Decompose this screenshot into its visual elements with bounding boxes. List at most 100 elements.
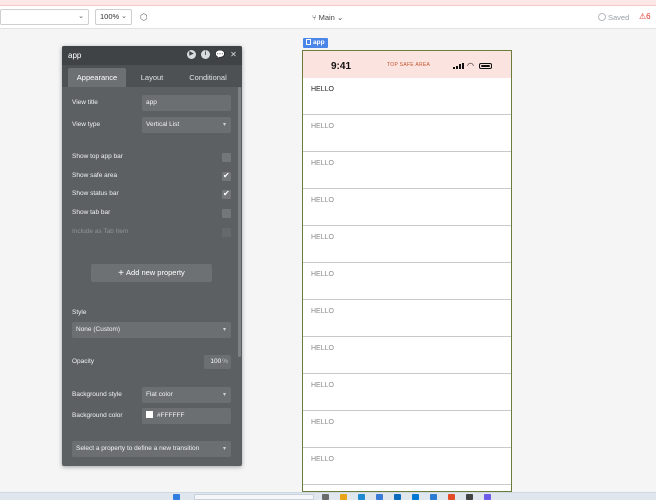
opacity-value: 100 <box>210 358 222 365</box>
store-icon[interactable] <box>376 494 383 500</box>
branch-selector[interactable]: ⑂ Main ⌄ <box>312 13 343 22</box>
list-item[interactable]: HELLO <box>303 337 511 374</box>
plus-icon: + <box>118 268 125 279</box>
chevron-down-icon: ⌄ <box>78 13 84 20</box>
show-safe-area-checkbox[interactable] <box>222 171 231 181</box>
tab-layout[interactable]: Layout <box>126 68 178 87</box>
show-top-app-bar-checkbox[interactable] <box>222 153 231 162</box>
toggle-label-status-bar: Show status bar <box>72 190 119 197</box>
bg-style-dropdown[interactable]: Flat color ▾ <box>142 387 231 403</box>
outlook-icon[interactable] <box>412 494 419 500</box>
tab-appearance[interactable]: Appearance <box>68 68 126 87</box>
app-preview[interactable]: 9:41 TOP SAFE AREA ◠ HELLO HELLO HELLO H… <box>302 50 512 492</box>
status-time: 9:41 <box>331 61 352 72</box>
branch-icon: ⑂ <box>312 13 317 22</box>
comment-icon[interactable]: 💬 <box>215 50 225 59</box>
toggle-label-top-app-bar: Show top app bar <box>72 153 123 160</box>
app-tag-label: app <box>313 39 325 46</box>
property-editor-title: app <box>68 51 82 60</box>
property-editor: app ▶ i 💬 ✕ Appearance Layout Conditiona… <box>62 46 242 466</box>
show-tab-bar-checkbox[interactable] <box>222 209 231 218</box>
page-icon <box>306 39 311 45</box>
list-item-text: HELLO <box>311 456 334 463</box>
chevron-down-icon: ⌄ <box>336 13 344 22</box>
list-item-text: HELLO <box>311 419 334 426</box>
show-status-bar-checkbox[interactable] <box>222 189 231 199</box>
chevron-down-icon: ▾ <box>222 327 226 333</box>
list-item-text: HELLO <box>311 234 334 241</box>
issues-indicator[interactable]: ⚠6 <box>639 12 651 22</box>
list-item-text: HELLO <box>311 345 334 352</box>
color-swatch[interactable] <box>146 411 153 418</box>
list-item[interactable]: HELLO <box>303 411 511 448</box>
app-icon[interactable] <box>484 494 491 500</box>
info-icon[interactable]: i <box>201 50 210 59</box>
view-type-dropdown[interactable]: Vertical List ▾ <box>142 117 231 133</box>
saved-label: Saved <box>608 13 630 22</box>
start-icon[interactable] <box>173 494 180 500</box>
style-label: Style <box>72 309 87 316</box>
os-taskbar <box>0 492 656 500</box>
style-dropdown[interactable]: None (Custom) ▾ <box>72 322 231 338</box>
play-icon[interactable]: ▶ <box>187 50 196 59</box>
check-circle-icon <box>598 13 606 21</box>
add-new-property-label: Add new property <box>126 268 185 277</box>
list-item[interactable]: HELLO <box>303 152 511 189</box>
taskbar-search-input[interactable] <box>194 494 314 500</box>
list-item[interactable]: HELLO <box>303 226 511 263</box>
list-item[interactable]: HELLO <box>303 189 511 226</box>
cube-icon[interactable]: ⬡ <box>140 13 149 22</box>
tab-conditional[interactable]: Conditional <box>178 68 238 87</box>
chevron-down-icon: ▾ <box>222 122 226 128</box>
list-item-text: HELLO <box>311 86 334 93</box>
bg-color-input[interactable]: #FFFFFF <box>142 408 231 424</box>
page-dropdown[interactable]: ⌄ <box>0 9 89 25</box>
toggle-label-tab-bar: Show tab bar <box>72 209 111 216</box>
saved-status: Saved <box>598 13 629 22</box>
list-item[interactable]: HELLO <box>303 78 511 115</box>
add-new-property-button[interactable]: + Add new property <box>91 264 212 282</box>
list-item[interactable]: HELLO <box>303 448 511 485</box>
opacity-label: Opacity <box>72 358 95 365</box>
property-editor-header[interactable]: app ▶ i 💬 ✕ <box>62 46 242 65</box>
mail-icon[interactable] <box>394 494 401 500</box>
edge-icon[interactable] <box>358 494 365 500</box>
app-element-tag[interactable]: app <box>303 38 328 48</box>
view-title-label: View title <box>72 99 98 106</box>
list-item[interactable]: HELLO <box>303 263 511 300</box>
chevron-down-icon: ▾ <box>222 392 226 398</box>
chrome-icon[interactable] <box>448 494 455 500</box>
list-item[interactable]: HELLO <box>303 374 511 411</box>
safe-area-label: TOP SAFE AREA <box>387 62 431 68</box>
transition-dropdown[interactable]: Select a property to define a new transi… <box>72 441 231 457</box>
transition-placeholder: Select a property to define a new transi… <box>76 445 200 452</box>
zoom-value: 100% <box>100 12 120 21</box>
chevron-down-icon: ▾ <box>222 446 226 452</box>
property-tabs: Appearance Layout Conditional <box>62 65 242 87</box>
bg-style-label: Background style <box>72 391 122 398</box>
view-type-value: Vertical List <box>146 121 180 128</box>
opacity-input[interactable]: 100% <box>204 355 231 369</box>
issues-count: 6 <box>646 12 651 21</box>
style-value: None (Custom) <box>76 326 121 333</box>
list-item-text: HELLO <box>311 308 334 315</box>
list-item-text: HELLO <box>311 123 334 130</box>
zoom-dropdown[interactable]: 100% ⌄ <box>95 9 132 25</box>
list-item[interactable]: HELLO <box>303 300 511 337</box>
list-item-text: HELLO <box>311 271 334 278</box>
opacity-unit: % <box>222 358 228 365</box>
close-icon[interactable]: ✕ <box>229 50 238 59</box>
file-explorer-icon[interactable] <box>340 494 347 500</box>
bg-color-label: Background color <box>72 412 123 419</box>
settings-icon[interactable] <box>466 494 473 500</box>
signal-icon <box>453 63 464 69</box>
panel-scrollbar[interactable] <box>238 87 241 357</box>
list-item-text: HELLO <box>311 197 334 204</box>
list-item[interactable]: HELLO <box>303 115 511 152</box>
include-tab-item-checkbox <box>222 228 231 237</box>
toolbar: ⌄ 100% ⌄ ⬡ ⑂ Main ⌄ Saved ⚠6 <box>0 6 656 29</box>
wifi-icon: ◠ <box>467 61 474 70</box>
view-title-input[interactable]: app <box>142 95 231 111</box>
task-view-icon[interactable] <box>322 494 329 500</box>
teams-icon[interactable] <box>430 494 437 500</box>
